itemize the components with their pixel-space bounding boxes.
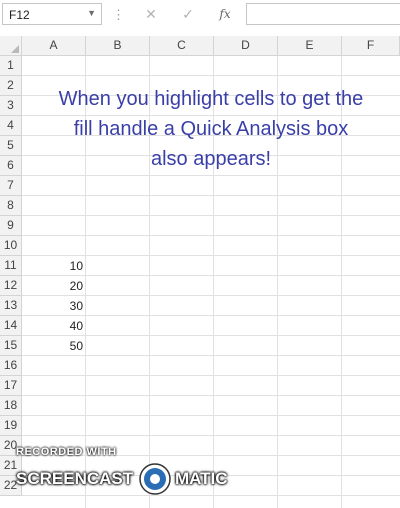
row-header[interactable]: 12 xyxy=(0,276,22,296)
worksheet: A B C D E F 1 2 3 4 5 6 7 8 9 10 11 12 1… xyxy=(0,36,400,508)
column-header-e[interactable]: E xyxy=(278,36,342,56)
name-box[interactable]: F12 ▼ xyxy=(2,3,102,25)
row-header[interactable]: 14 xyxy=(0,316,22,336)
annotation-line: When you highlight cells to get the xyxy=(58,88,364,110)
row-header[interactable]: 7 xyxy=(0,176,22,196)
watermark-brand-right: MATIC xyxy=(175,469,228,488)
insert-function-icon[interactable]: fx xyxy=(212,4,238,24)
watermark-caption: RECORDED WITH xyxy=(16,446,117,458)
column-header-f[interactable]: F xyxy=(342,36,400,56)
row-header[interactable]: 17 xyxy=(0,376,22,396)
column-header-d[interactable]: D xyxy=(214,36,278,56)
screencast-logo-icon xyxy=(139,463,171,495)
row-header[interactable]: 3 xyxy=(0,96,22,116)
column-header-c[interactable]: C xyxy=(150,36,214,56)
cell-a15[interactable]: 50 xyxy=(22,336,85,356)
column-header-a[interactable]: A xyxy=(22,36,86,56)
row-header[interactable]: 1 xyxy=(0,56,22,76)
row-header[interactable]: 4 xyxy=(0,116,22,136)
row-header[interactable]: 16 xyxy=(0,356,22,376)
row-header[interactable]: 2 xyxy=(0,76,22,96)
watermark-brand-left: SCREENCAST xyxy=(16,469,134,488)
name-box-value: F12 xyxy=(9,8,30,22)
cell-a11[interactable]: 10 xyxy=(22,256,85,276)
annotation-text: When you highlight cells to get the fill… xyxy=(22,84,400,174)
formula-input[interactable] xyxy=(246,3,400,25)
row-header[interactable]: 19 xyxy=(0,416,22,436)
annotation-line: also appears! xyxy=(150,148,272,170)
row-header[interactable]: 18 xyxy=(0,396,22,416)
row-header[interactable]: 13 xyxy=(0,296,22,316)
cancel-icon[interactable]: ✕ xyxy=(138,4,164,24)
formula-bar: F12 ▼ ⋮ ✕ ✓ fx xyxy=(0,0,400,30)
row-header[interactable]: 15 xyxy=(0,336,22,356)
annotation-line: fill handle a Quick Analysis box xyxy=(73,118,349,140)
row-header[interactable]: 5 xyxy=(0,136,22,156)
row-header[interactable]: 9 xyxy=(0,216,22,236)
screencast-watermark: RECORDED WITH SCREENCAST MATIC xyxy=(16,446,246,496)
cell-a13[interactable]: 30 xyxy=(22,296,85,316)
row-header[interactable]: 11 xyxy=(0,256,22,276)
cell-a14[interactable]: 40 xyxy=(22,316,85,336)
formula-bar-grip-icon: ⋮ xyxy=(112,7,125,22)
column-header-b[interactable]: B xyxy=(86,36,150,56)
row-header[interactable]: 8 xyxy=(0,196,22,216)
cell-a12[interactable]: 20 xyxy=(22,276,85,296)
select-all-icon xyxy=(11,45,19,53)
chevron-down-icon[interactable]: ▼ xyxy=(87,8,96,18)
row-header[interactable]: 10 xyxy=(0,236,22,256)
select-all-button[interactable] xyxy=(0,36,22,56)
enter-icon[interactable]: ✓ xyxy=(175,4,201,24)
row-header[interactable]: 6 xyxy=(0,156,22,176)
